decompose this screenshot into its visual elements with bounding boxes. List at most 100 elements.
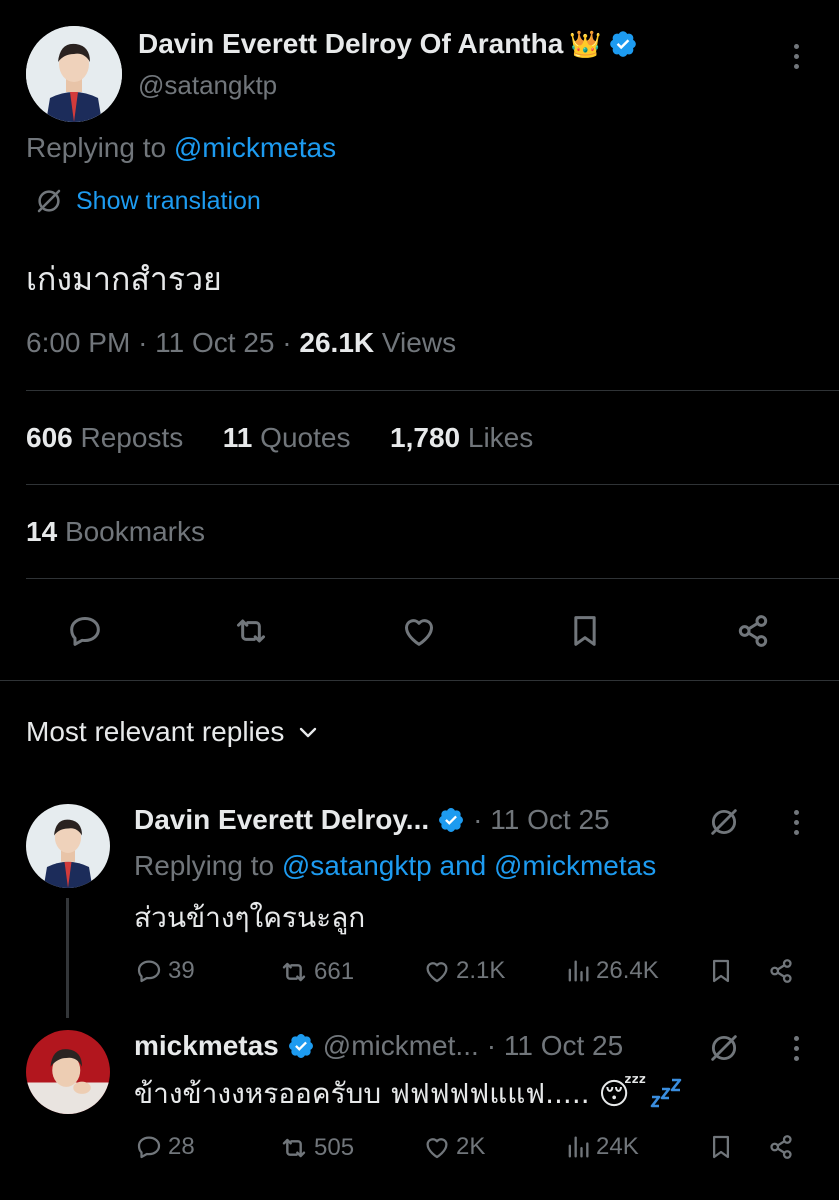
- bookmarks-stat[interactable]: 14 Bookmarks: [26, 516, 205, 548]
- reply-text-row: ข้างข้างงหรออครับบ ฟฟฟฟฟแแฟ..... 😴: [134, 1072, 683, 1116]
- share-button[interactable]: [766, 956, 796, 986]
- repost-count: 505: [314, 1134, 355, 1161]
- reply-replying-to: Replying to @satangktp and @mickmetas: [134, 850, 656, 882]
- reply-icon: [137, 1136, 161, 1159]
- verified-badge-icon: [437, 806, 465, 834]
- reply-icon[interactable]: [62, 608, 108, 654]
- tweet-meta: 6:00 PM · 11 Oct 25 · 26.1K Views: [26, 327, 457, 358]
- reply-button[interactable]: 28: [134, 1132, 195, 1162]
- quotes-count: 11: [222, 422, 253, 453]
- views-button[interactable]: 26.4K: [564, 956, 659, 986]
- divider: [26, 390, 839, 391]
- replying-to-and: and: [439, 850, 487, 881]
- tweet-date[interactable]: 11 Oct 25: [155, 327, 274, 358]
- reply-author-handle[interactable]: @mickmet...: [323, 1030, 479, 1062]
- likes-stat[interactable]: 1,780 Likes: [390, 422, 533, 453]
- bookmarks-count: 14: [26, 516, 58, 547]
- views-icon: [568, 960, 589, 982]
- views-icon: [568, 1136, 589, 1158]
- likes-label: Likes: [467, 422, 534, 453]
- engagement-stats: 606 Reposts 11 Quotes 1,780 Likes: [26, 422, 533, 454]
- divider: [26, 484, 839, 485]
- views-count: 26.4K: [596, 957, 659, 984]
- bookmark-icon: [713, 1135, 729, 1159]
- share-icon[interactable]: [730, 608, 776, 654]
- reply-author-name[interactable]: Davin Everett Delroy...: [134, 804, 429, 836]
- reply-date[interactable]: · 11 Oct 25: [487, 1030, 623, 1062]
- reply-count: 28: [168, 1133, 195, 1160]
- bookmark-icon[interactable]: [562, 608, 608, 654]
- repost-icon[interactable]: [228, 608, 274, 654]
- repost-count: 661: [314, 958, 355, 985]
- bookmark-button[interactable]: [706, 956, 736, 986]
- reply-header: Davin Everett Delroy... · 11 Oct 25: [134, 804, 610, 836]
- verified-badge-icon: [287, 1032, 315, 1060]
- bookmark-button[interactable]: [706, 1132, 736, 1162]
- divider: [26, 578, 839, 579]
- like-icon[interactable]: [396, 608, 442, 654]
- replying-to-link[interactable]: @satangktp: [282, 850, 432, 881]
- reply-button[interactable]: 39: [134, 956, 195, 986]
- reply-avatar[interactable]: [26, 804, 110, 888]
- replying-to-link[interactable]: @mickmetas: [174, 132, 336, 163]
- share-icon: [770, 959, 792, 983]
- like-button[interactable]: 2K: [422, 1132, 485, 1162]
- reposts-label: Reposts: [80, 422, 184, 453]
- grok-icon[interactable]: [704, 802, 744, 842]
- replying-to-link[interactable]: @mickmetas: [494, 850, 656, 881]
- show-translation-label: Show translation: [76, 186, 261, 215]
- more-icon[interactable]: [794, 44, 799, 69]
- bookmark-icon: [713, 959, 729, 983]
- author-avatar[interactable]: [26, 26, 122, 122]
- views-count: 24K: [596, 1133, 639, 1160]
- crown-emoji: 👑: [569, 28, 602, 59]
- reposts-count: 606: [26, 422, 73, 453]
- tweet-text: เก่งมากสำรวย: [26, 260, 222, 298]
- like-button[interactable]: 2.1K: [422, 956, 505, 986]
- chevron-down-icon: [296, 720, 320, 744]
- verified-badge-icon: [608, 29, 638, 59]
- reply-text: ส่วนข้างๆใครนะลูก: [134, 901, 366, 934]
- views-label: Views: [381, 327, 457, 358]
- repost-button[interactable]: 661: [278, 956, 354, 988]
- grok-icon[interactable]: [704, 1028, 744, 1068]
- sleeping-face-emoji: 😴: [598, 1076, 647, 1112]
- globe-translate-icon: [34, 186, 64, 216]
- quotes-stat[interactable]: 11 Quotes: [223, 422, 351, 453]
- bookmarks-label: Bookmarks: [64, 516, 205, 547]
- replying-to-label: Replying to: [134, 850, 275, 881]
- repost-icon: [282, 1138, 306, 1158]
- replying-to-label: Replying to: [26, 132, 167, 163]
- share-button[interactable]: [766, 1132, 796, 1162]
- like-icon: [426, 962, 448, 983]
- reply-icon: [137, 960, 161, 983]
- replying-to-line: Replying to @mickmetas: [26, 132, 336, 164]
- sort-replies-label: Most relevant replies: [26, 716, 285, 747]
- tweet-time[interactable]: 6:00 PM: [26, 327, 130, 358]
- author-name-row[interactable]: Davin Everett Delroy Of Arantha 👑: [138, 28, 638, 60]
- views-count: 26.1K: [299, 327, 375, 358]
- like-count: 2.1K: [456, 957, 506, 984]
- divider: [0, 680, 839, 681]
- reply-avatar[interactable]: [26, 1030, 110, 1114]
- thread-line: [66, 898, 69, 1018]
- author-handle[interactable]: @satangktp: [138, 70, 277, 101]
- zzz-icon: [649, 1077, 683, 1111]
- reply-text: ข้างข้างงหรออครับบ ฟฟฟฟฟแแฟ.....: [134, 1077, 599, 1110]
- share-icon: [770, 1135, 792, 1159]
- like-count: 2K: [456, 1133, 486, 1160]
- author-name[interactable]: Davin Everett Delroy Of Arantha: [138, 28, 563, 60]
- reply-count: 39: [168, 957, 195, 984]
- like-icon: [426, 1138, 448, 1159]
- views-button[interactable]: 24K: [564, 1132, 639, 1162]
- reply-date[interactable]: · 11 Oct 25: [473, 804, 609, 836]
- reply-author-name[interactable]: mickmetas: [134, 1030, 279, 1062]
- repost-icon: [282, 962, 306, 982]
- show-translation-button[interactable]: Show translation: [34, 186, 261, 216]
- more-icon[interactable]: [794, 810, 799, 835]
- sort-replies-button[interactable]: Most relevant replies: [26, 716, 320, 748]
- reposts-stat[interactable]: 606 Reposts: [26, 422, 183, 453]
- repost-button[interactable]: 505: [278, 1132, 354, 1164]
- reply-header: mickmetas @mickmet... · 11 Oct 25: [134, 1030, 623, 1062]
- more-icon[interactable]: [794, 1036, 799, 1061]
